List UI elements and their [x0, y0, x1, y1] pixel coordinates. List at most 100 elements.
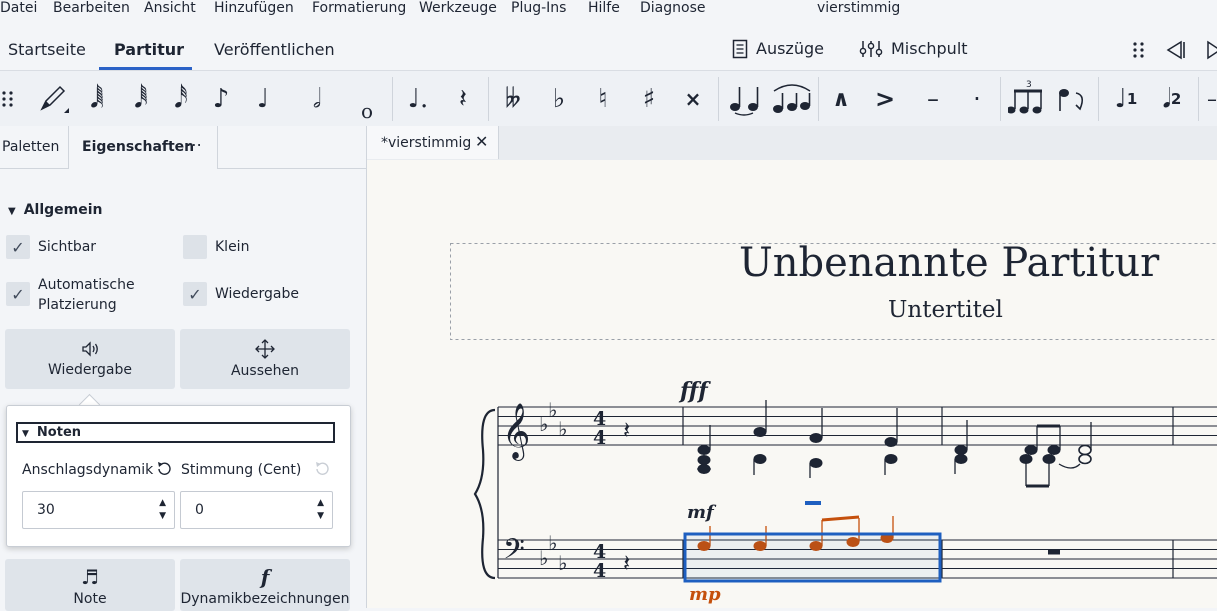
brace [475, 410, 495, 578]
menu-diagnostics[interactable]: Diagnose [640, 0, 705, 17]
rewind-icon[interactable] [1163, 40, 1187, 60]
note-eighth-icon[interactable]: ♪ [204, 79, 238, 119]
visible-label: Sichtbar [38, 237, 96, 257]
dynamic-mp: mp [689, 584, 721, 605]
svg-text:♭: ♭ [558, 417, 567, 441]
svg-text:♭: ♭ [558, 551, 567, 575]
pencil-icon[interactable] [36, 79, 70, 119]
tab-score[interactable]: Partitur [114, 40, 184, 60]
document-tab-label: *vierstimmig [381, 135, 471, 151]
svg-text:4: 4 [593, 560, 606, 582]
key-signature: ♭♭♭ ♭♭♭ [539, 398, 567, 575]
note-button-label: Note [73, 591, 106, 607]
playback-button-label: Wiedergabe [48, 362, 132, 378]
play-icon[interactable] [1206, 40, 1217, 60]
note-32nd-icon[interactable]: 𝅘𝅥𝅱 [124, 79, 158, 119]
tab-home[interactable]: Startseite [8, 40, 86, 60]
whole-rest [1048, 550, 1060, 555]
score-canvas[interactable]: Unbenannte Partitur Untertitel [367, 160, 1217, 608]
grip-icon[interactable] [1132, 41, 1146, 59]
tab-palettes[interactable]: Paletten [2, 139, 59, 155]
menu-add[interactable]: Hinzufügen [214, 0, 294, 17]
note-64th-icon[interactable]: 𝅘𝅥𝅲 [80, 79, 114, 119]
playback-button[interactable]: Wiedergabe [5, 329, 175, 389]
note-16th-icon[interactable]: 𝅘𝅥𝅰 [164, 79, 198, 119]
collapse-icon: ▼ [22, 429, 29, 439]
tuning-spinbox[interactable]: 0 ▲ ▼ [180, 491, 333, 529]
staccato-icon[interactable]: · [962, 79, 992, 119]
treble-notes-m2 [955, 420, 1091, 486]
menu-file[interactable]: Datei [0, 0, 37, 17]
dynamic-fff: fff [678, 378, 711, 404]
menu-plugins[interactable]: Plug-Ins [511, 0, 566, 17]
more-toolbar-icon[interactable]: – [1206, 79, 1217, 119]
panel-more-icon[interactable]: ⋯ [186, 135, 202, 154]
appearance-button[interactable]: Aussehen [180, 329, 350, 389]
parts-icon [732, 39, 748, 59]
top-nav: Startseite Partitur Veröffentlichen Ausz… [0, 28, 1217, 70]
note-input-toolbar: 𝅘𝅥𝅲 𝅘𝅥𝅱 𝅘𝅥𝅰 ♪ ♩ 𝅗𝅥 o ♩. 𝄽 𝄫 ♭ ♮ ♯ × ∧ > … [0, 70, 1217, 127]
visible-checkbox[interactable]: ✓ [6, 235, 30, 259]
collapse-icon: ▼ [8, 206, 16, 217]
small-checkbox[interactable] [183, 235, 207, 259]
double-sharp-icon[interactable]: × [678, 79, 708, 119]
parts-button[interactable]: Auszüge [732, 38, 824, 60]
playback-checkbox[interactable]: ✓ [183, 282, 207, 306]
tab-properties[interactable]: Eigenschaften [82, 139, 194, 155]
note-icon: ♩ [1115, 84, 1127, 114]
menu-view[interactable]: Ansicht [144, 0, 196, 17]
dynamic-mf: mf [687, 502, 717, 523]
speaker-icon [80, 340, 100, 358]
mixer-icon [859, 39, 883, 59]
accent-icon[interactable]: > [870, 79, 900, 119]
note-half-icon[interactable]: 𝅗𝅥 [300, 79, 334, 119]
decrement-icon[interactable]: ▼ [159, 512, 166, 521]
tuning-label: Stimmung (Cent) [181, 462, 301, 478]
tie-icon[interactable] [726, 79, 766, 119]
slur-icon[interactable] [770, 79, 814, 119]
menu-edit[interactable]: Bearbeiten [53, 0, 130, 17]
tuning-value: 0 [195, 502, 204, 518]
parts-label: Auszüge [756, 38, 824, 60]
voice-1-button[interactable]: ♩1 [1108, 79, 1144, 119]
rest-icon[interactable]: 𝄽 [446, 79, 480, 119]
increment-icon[interactable]: ▲ [159, 499, 166, 508]
velocity-spinbox[interactable]: 30 ▲ ▼ [22, 491, 175, 529]
tab-publish[interactable]: Veröffentlichen [214, 40, 335, 60]
sharp-icon[interactable]: ♯ [634, 79, 664, 119]
svg-text:𝄽: 𝄽 [623, 416, 630, 444]
menu-tools[interactable]: Werkzeuge [419, 0, 497, 17]
section-general[interactable]: ▼Allgemein [8, 202, 103, 218]
flip-icon[interactable] [1056, 79, 1090, 119]
decrement-icon[interactable]: ▼ [317, 512, 324, 521]
note-whole-icon[interactable]: o [350, 79, 384, 131]
menu-help[interactable]: Hilfe [588, 0, 620, 17]
note-button[interactable]: ♬ Note [5, 559, 175, 611]
voice-2-label: 2 [1171, 90, 1181, 108]
double-flat-icon[interactable]: 𝄫 [496, 79, 530, 119]
increment-icon[interactable]: ▲ [317, 499, 324, 508]
marcato-icon[interactable]: ∧ [826, 79, 856, 119]
svg-text:♭: ♭ [548, 398, 557, 422]
auto-placement-checkbox[interactable]: ✓ [6, 282, 30, 306]
document-tab[interactable]: *vierstimmig ✕ [367, 126, 499, 159]
grip-icon[interactable] [0, 79, 16, 119]
mixer-button[interactable]: Mischpult [859, 38, 968, 60]
close-icon[interactable]: ✕ [475, 132, 488, 151]
menu-format[interactable]: Formatierung [312, 0, 406, 17]
tenuto-icon[interactable]: – [918, 79, 948, 119]
natural-icon[interactable]: ♮ [588, 79, 618, 119]
toolbar-separator [1098, 77, 1099, 121]
notes-section-header[interactable]: ▼Noten [16, 422, 335, 443]
voice-2-button[interactable]: 𝅘𝅥2 [1154, 79, 1190, 119]
note-quarter-icon[interactable]: ♩ [246, 79, 280, 119]
svg-text:𝄽: 𝄽 [623, 549, 630, 577]
tuplet-icon[interactable]: 3 [1008, 79, 1048, 119]
playback-label: Wiedergabe [215, 284, 299, 304]
note-icon: ♬ [81, 567, 99, 587]
reset-icon[interactable] [155, 460, 173, 478]
flat-icon[interactable]: ♭ [544, 79, 574, 119]
bass-clef: 𝄢 [503, 533, 525, 573]
dotted-note-icon[interactable]: ♩. [398, 79, 438, 119]
dynamics-button[interactable]: f Dynamikbezeichnungen [180, 559, 350, 611]
